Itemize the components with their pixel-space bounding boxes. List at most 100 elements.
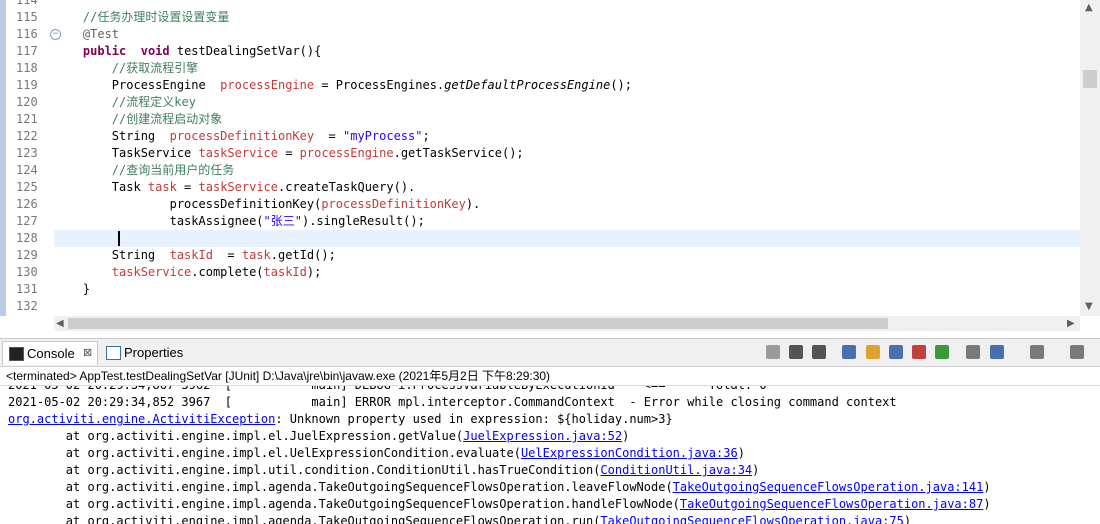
code-token: );	[306, 265, 322, 279]
line-number: 123	[16, 146, 38, 160]
console-toolbar-button-icon[interactable]	[889, 345, 903, 359]
console-text: at org.activiti.engine.impl.el.UelExpres…	[8, 446, 521, 460]
code-token: taskAssignee(	[54, 214, 264, 228]
code-token: }	[54, 282, 91, 296]
line-number: 119	[16, 78, 38, 92]
code-area[interactable]: //任务办理时设置设置变量 @Test public void testDeal…	[54, 0, 1080, 316]
console-toolbar-button-icon[interactable]	[1030, 345, 1044, 359]
code-line[interactable]: String taskId = task.getId();	[54, 247, 1080, 264]
vertical-scroll-thumb[interactable]	[1083, 70, 1097, 88]
console-toolbar-button-icon[interactable]	[912, 345, 926, 359]
console-toolbar-button-icon[interactable]	[866, 345, 880, 359]
code-editor[interactable]: 114 115 116−117 118 119 120 121 122 123 124 125 126…	[0, 0, 1100, 316]
close-icon[interactable]: ⊠	[83, 342, 92, 365]
code-line[interactable]: ProcessEngine processEngine = ProcessEng…	[54, 77, 1080, 94]
code-token: "myProcess"	[343, 129, 423, 143]
code-line[interactable]	[54, 0, 1080, 9]
source-link[interactable]: JuelExpression.java:52	[463, 429, 622, 443]
code-text: String taskId = task.getId();	[54, 247, 336, 264]
properties-icon	[106, 346, 121, 360]
scroll-right-icon[interactable]: ▶	[1067, 318, 1075, 330]
source-link[interactable]: TakeOutgoingSequenceFlowsOperation.java:…	[600, 514, 903, 524]
line-number: 127	[16, 214, 38, 228]
console-text: at org.activiti.engine.impl.agenda.TakeO…	[8, 480, 673, 494]
console-output[interactable]: 2021-05-02 20:29:34,867 3962 [ main] DEB…	[0, 385, 1100, 524]
code-token: =	[176, 180, 199, 194]
console-toolbar-button-icon[interactable]	[966, 345, 980, 359]
horizontal-scroll-thumb[interactable]	[68, 318, 888, 329]
code-token: task	[147, 180, 177, 194]
code-token: processDefinitionKey	[169, 129, 315, 143]
code-token: "张三"	[263, 214, 302, 228]
console-line: at org.activiti.engine.impl.agenda.TakeO…	[8, 496, 991, 513]
code-token: .createTaskQuery().	[278, 180, 416, 194]
console-text: )	[737, 446, 745, 460]
code-token: processEngine	[220, 78, 315, 92]
code-token: =	[314, 129, 343, 143]
source-link[interactable]: org.activiti.engine.ActivitiException	[8, 412, 275, 426]
code-token: ).singleResult();	[301, 214, 425, 228]
scroll-down-icon[interactable]: ▼	[1085, 301, 1093, 313]
line-number: 116	[16, 27, 38, 41]
code-line[interactable]: public void testDealingSetVar(){	[54, 43, 1080, 60]
vertical-scrollbar[interactable]: ▲ ▼	[1080, 0, 1100, 316]
code-text: public void testDealingSetVar(){	[54, 43, 321, 60]
code-line[interactable]: processDefinitionKey(processDefinitionKe…	[54, 196, 1080, 213]
code-line[interactable]: Task task = taskService.createTaskQuery(…	[54, 179, 1080, 196]
console-toolbar-button-icon[interactable]	[1070, 345, 1084, 359]
code-line[interactable]: //流程定义key	[54, 94, 1080, 111]
code-token: void	[140, 44, 170, 58]
console-toolbar-button-icon[interactable]	[935, 345, 949, 359]
code-line[interactable]: //创建流程启动对象	[54, 111, 1080, 128]
tab-properties[interactable]: Properties	[100, 341, 188, 364]
code-token: .getId();	[270, 248, 336, 262]
console-toolbar-button-icon[interactable]	[990, 345, 1004, 359]
line-number-gutter: 114 115 116−117 118 119 120 121 122 123 124 125 126…	[6, 0, 61, 316]
console-toolbar-button-icon[interactable]	[766, 345, 780, 359]
console-toolbar-button-icon[interactable]	[789, 345, 803, 359]
console-toolbar-button-icon[interactable]	[812, 345, 826, 359]
horizontal-scrollbar[interactable]: ◀ ▶	[54, 316, 1080, 331]
scroll-up-icon[interactable]: ▲	[1085, 2, 1093, 14]
console-text: )	[983, 480, 991, 494]
code-line[interactable]	[54, 230, 1080, 247]
line-number: 122	[16, 129, 38, 143]
code-token: .getTaskService();	[393, 146, 524, 160]
code-token: public	[82, 44, 127, 58]
code-line[interactable]	[54, 298, 1080, 315]
code-line[interactable]: taskAssignee("张三").singleResult();	[54, 213, 1080, 230]
line-number: 132	[16, 299, 38, 313]
console-text: at org.activiti.engine.impl.agenda.TakeO…	[8, 497, 680, 511]
console-text: 2021-05-02 20:29:34,852 3967 [ main] ERR…	[8, 395, 897, 409]
code-line[interactable]: //获取流程引擎	[54, 60, 1080, 77]
console-toolbar-button-icon[interactable]	[842, 345, 856, 359]
code-line[interactable]: }	[54, 281, 1080, 298]
code-line[interactable]: //任务办理时设置设置变量	[54, 9, 1080, 26]
code-token: testDealingSetVar(){	[169, 44, 322, 58]
source-link[interactable]: ConditionUtil.java:34	[600, 463, 752, 477]
code-token: ProcessEngine	[54, 78, 221, 92]
code-line[interactable]: //查询当前用户的任务	[54, 162, 1080, 179]
code-token: taskService	[198, 180, 278, 194]
console-line: org.activiti.engine.ActivitiException: U…	[8, 411, 673, 428]
code-line[interactable]: TaskService taskService = processEngine.…	[54, 145, 1080, 162]
view-tab-bar: Console ⊠ Properties	[0, 339, 1100, 367]
tab-console[interactable]: Console ⊠	[2, 341, 98, 365]
console-line: at org.activiti.engine.impl.el.JuelExpre…	[8, 428, 630, 445]
source-link[interactable]: TakeOutgoingSequenceFlowsOperation.java:…	[680, 497, 983, 511]
source-link[interactable]: UelExpressionCondition.java:36	[521, 446, 738, 460]
console-view: Console ⊠ Properties <terminated> AppTes…	[0, 338, 1100, 524]
code-token: taskId	[263, 265, 307, 279]
source-link[interactable]: TakeOutgoingSequenceFlowsOperation.java:…	[673, 480, 984, 494]
code-line[interactable]: String processDefinitionKey = "myProcess…	[54, 128, 1080, 145]
code-line[interactable]: @Test	[54, 26, 1080, 43]
line-number: 117	[16, 44, 38, 58]
code-line[interactable]: taskService.complete(taskId);	[54, 264, 1080, 281]
code-token: task	[241, 248, 271, 262]
scroll-left-icon[interactable]: ◀	[56, 318, 64, 330]
code-text: }	[54, 281, 90, 298]
code-token: @Test	[82, 27, 120, 41]
